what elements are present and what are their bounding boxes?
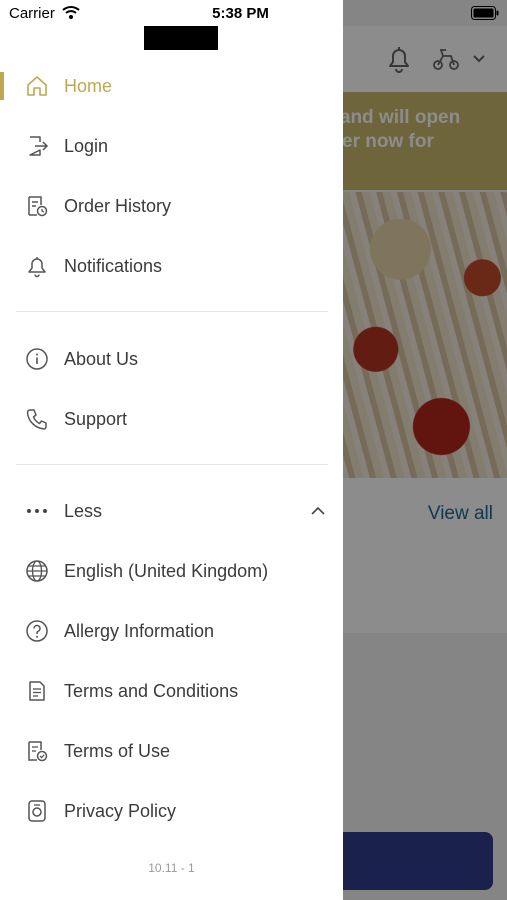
- divider: [16, 464, 328, 465]
- home-icon: [24, 73, 50, 99]
- menu-label-privacy-policy: Privacy Policy: [64, 800, 177, 821]
- order-history-icon: [24, 193, 50, 219]
- menu-item-privacy-policy[interactable]: Privacy Policy: [0, 781, 343, 841]
- question-icon: [24, 618, 50, 644]
- menu-toggle-less[interactable]: Less: [0, 481, 343, 541]
- menu-item-about-us[interactable]: About Us: [0, 329, 343, 389]
- clock: 5:38 PM: [212, 5, 269, 22]
- menu-label-about-us: About Us: [64, 348, 139, 369]
- bell-icon: [24, 253, 50, 279]
- more-dots-icon: [24, 498, 50, 524]
- menu-item-terms-of-use[interactable]: Terms of Use: [0, 721, 343, 781]
- menu-label-terms-and-conditions: Terms and Conditions: [64, 680, 239, 701]
- status-bar: Carrier 5:38 PM: [0, 0, 507, 26]
- menu-item-home[interactable]: Home: [0, 56, 343, 116]
- info-icon: [24, 346, 50, 372]
- document-check-icon: [24, 738, 50, 764]
- document-icon: [24, 678, 50, 704]
- menu-label-order-history: Order History: [64, 195, 172, 216]
- login-icon: [24, 133, 50, 159]
- menu-item-support[interactable]: Support: [0, 389, 343, 449]
- side-drawer: Home Login Order History Notifications A…: [0, 0, 343, 900]
- app-version: 10.11 - 1: [148, 861, 195, 875]
- menu-item-order-history[interactable]: Order History: [0, 176, 343, 236]
- privacy-icon: [24, 798, 50, 824]
- menu-label-notifications: Notifications: [64, 255, 163, 276]
- brand-logo: [144, 26, 218, 50]
- menu-label-allergy-information: Allergy Information: [64, 620, 215, 641]
- menu-label-language: English (United Kingdom): [64, 560, 269, 581]
- menu-label-terms-of-use: Terms of Use: [64, 740, 171, 761]
- menu-label-support: Support: [64, 408, 128, 429]
- menu-label-login: Login: [64, 135, 109, 156]
- globe-icon: [24, 558, 50, 584]
- battery-icon: [471, 6, 499, 20]
- menu-label-home: Home: [64, 75, 113, 96]
- menu-item-language[interactable]: English (United Kingdom): [0, 541, 343, 601]
- chevron-up-icon: [310, 505, 326, 517]
- menu-label-less: Less: [64, 500, 103, 521]
- menu-item-notifications[interactable]: Notifications: [0, 236, 343, 296]
- menu-item-terms-and-conditions[interactable]: Terms and Conditions: [0, 661, 343, 721]
- phone-icon: [24, 406, 50, 432]
- divider: [16, 311, 328, 312]
- menu-item-allergy-information[interactable]: Allergy Information: [0, 601, 343, 661]
- menu-item-login[interactable]: Login: [0, 116, 343, 176]
